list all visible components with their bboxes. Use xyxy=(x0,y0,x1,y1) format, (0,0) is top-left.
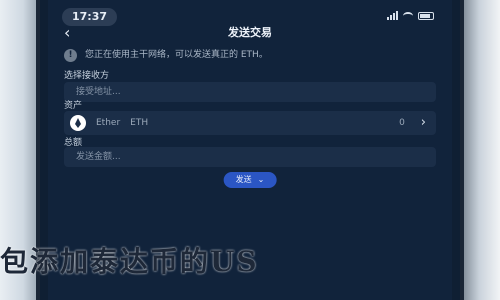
battery-icon xyxy=(418,11,434,20)
overlay-banner: 包添加泰达币的US xyxy=(0,244,500,280)
asset-selector[interactable]: Ether ETH 0 › xyxy=(64,111,436,135)
chevron-right-icon: › xyxy=(420,115,426,130)
recipient-address-input[interactable]: 接受地址... xyxy=(64,82,436,102)
notice-text: 您正在使用主干网络，可以发送真正的 ETH。 xyxy=(85,50,268,60)
asset-symbol: ETH xyxy=(130,118,149,128)
status-icons xyxy=(387,11,434,20)
recipient-label: 选择接收方 xyxy=(64,71,110,81)
asset-name: Ether xyxy=(96,118,121,128)
warning-icon: ! xyxy=(64,48,77,62)
send-button[interactable]: 发送 ⌄ xyxy=(223,172,277,188)
signal-icon xyxy=(387,11,398,20)
network-notice: ! 您正在使用主干网络，可以发送真正的 ETH。 xyxy=(64,46,436,64)
send-button-label: 发送 xyxy=(235,175,252,184)
chevron-down-icon: ⌄ xyxy=(257,175,265,184)
overlay-banner-text: 包添加泰达币的US xyxy=(0,245,259,278)
amount-input[interactable]: 发送金额... xyxy=(64,147,436,167)
ethereum-icon xyxy=(70,115,86,131)
asset-balance: 0 xyxy=(399,118,405,128)
nav-bar: ‹ 发送交易 xyxy=(48,22,452,44)
wifi-icon xyxy=(403,11,413,20)
page-title: 发送交易 xyxy=(228,26,272,39)
